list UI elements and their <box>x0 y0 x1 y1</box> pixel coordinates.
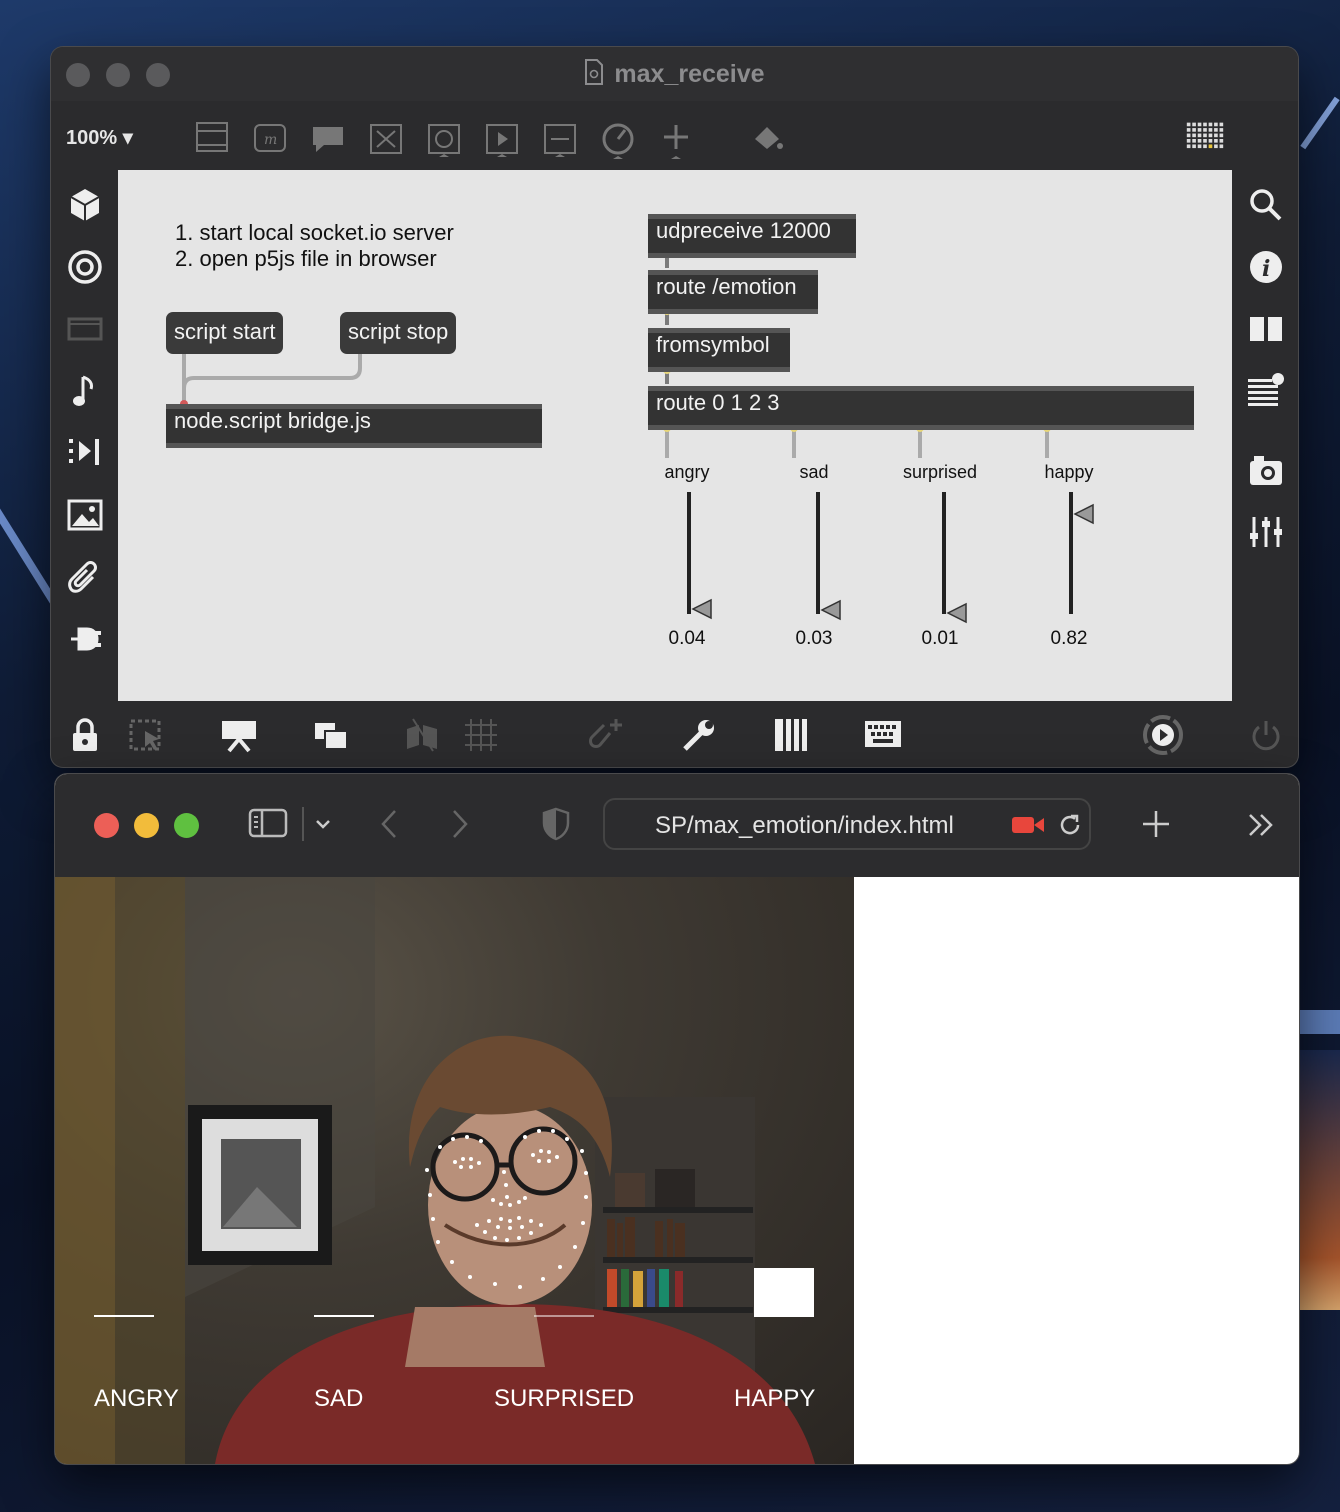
back-icon[interactable] <box>377 807 401 841</box>
slider-value-happy: 0.82 <box>1050 628 1088 649</box>
udpreceive-object[interactable]: udpreceive 12000 <box>648 214 856 258</box>
computer-keyboard-icon[interactable] <box>863 715 903 755</box>
slider-knob-sad[interactable] <box>820 599 842 621</box>
button-object-icon[interactable] <box>426 119 462 159</box>
slider-knob-happy[interactable] <box>1073 503 1095 525</box>
more-tabs-icon[interactable] <box>1247 812 1275 838</box>
power-icon[interactable] <box>1246 715 1286 755</box>
close-button[interactable] <box>94 813 119 838</box>
emotion-label-sad: SAD <box>314 1385 364 1412</box>
slider-label-surprised: surprised <box>902 462 978 482</box>
presentation-mode-icon[interactable] <box>219 715 259 755</box>
svg-text:m: m <box>264 132 277 148</box>
audio-play-icon[interactable] <box>1141 713 1185 757</box>
cube-icon[interactable] <box>65 185 105 225</box>
toolbar: 100% ▾ m <box>51 101 1298 171</box>
shield-icon[interactable] <box>540 806 572 842</box>
new-view-icon[interactable] <box>311 715 351 755</box>
slider-surprised[interactable] <box>942 492 946 614</box>
presentation-icon[interactable] <box>65 309 105 349</box>
hide-cables-icon[interactable] <box>403 715 443 755</box>
minimize-button[interactable] <box>134 813 159 838</box>
search-icon[interactable] <box>1246 185 1286 225</box>
emotion-bar-angry <box>94 1315 154 1317</box>
image-icon[interactable] <box>65 495 105 535</box>
script-stop-message[interactable]: script stop <box>340 312 457 354</box>
emotion-bar-surprised <box>534 1315 594 1317</box>
route-numbers-object[interactable]: route 0 1 2 3 <box>648 386 1194 430</box>
slider-angry[interactable] <box>687 492 691 614</box>
route-emotion-object[interactable]: route /emotion <box>648 270 818 314</box>
piano-keyboard-icon[interactable] <box>771 715 811 755</box>
forward-icon[interactable] <box>448 807 472 841</box>
zoom-menu[interactable]: 100% ▾ <box>66 125 133 150</box>
sequence-icon[interactable] <box>65 433 105 473</box>
emotion-bar-happy <box>754 1268 814 1317</box>
slider-value-sad: 0.03 <box>795 628 833 649</box>
book-icon[interactable] <box>1246 309 1286 349</box>
plug-icon[interactable] <box>65 619 105 659</box>
toggle-icon[interactable] <box>368 119 404 159</box>
title-bar: max_receive <box>51 47 1298 101</box>
patcher-canvas[interactable]: 1. start local socket.io server 2. open … <box>118 170 1232 701</box>
browser-window: SP/max_emotion/index.html ANGRY SAD SURP… <box>55 774 1299 1464</box>
emotion-label-happy: HAPPY <box>734 1385 816 1412</box>
browser-toolbar: SP/max_emotion/index.html <box>55 774 1299 877</box>
grid-mode-icon[interactable] <box>1183 119 1227 159</box>
new-tab-icon[interactable] <box>1141 809 1171 839</box>
camera-recording-icon[interactable] <box>1011 814 1045 836</box>
webcam-scene <box>55 877 815 1464</box>
comment-icon[interactable] <box>310 119 346 159</box>
max-window: max_receive 100% ▾ m i 1. start local so… <box>51 47 1298 767</box>
grid-icon[interactable] <box>461 715 501 755</box>
info-icon[interactable]: i <box>1246 247 1286 287</box>
webcam-video: ANGRY SAD SURPRISED HAPPY <box>55 877 854 1464</box>
chevron-down-icon[interactable] <box>313 814 333 834</box>
camera-icon[interactable] <box>1246 451 1286 491</box>
toolbar-divider <box>302 807 304 841</box>
slider-label-happy: happy <box>1044 462 1094 482</box>
slider-knob-angry[interactable] <box>691 598 713 620</box>
wallpaper-streak <box>1300 1050 1340 1310</box>
fromsymbol-object[interactable]: fromsymbol <box>648 328 790 372</box>
target-icon[interactable] <box>65 247 105 287</box>
message-box-icon[interactable]: m <box>252 119 288 159</box>
paperclip-icon[interactable] <box>65 557 105 597</box>
slider-label-angry: angry <box>664 462 710 482</box>
reload-icon[interactable] <box>1057 812 1083 838</box>
slider-label-sad: sad <box>799 462 829 482</box>
wallpaper-streak <box>1300 1010 1340 1034</box>
add-icon[interactable] <box>658 119 694 159</box>
slider-knob-surprised[interactable] <box>946 602 968 624</box>
paint-bucket-icon[interactable] <box>749 119 785 159</box>
address-bar[interactable]: SP/max_emotion/index.html <box>603 798 1091 850</box>
window-title: max_receive <box>51 59 1298 92</box>
add-attachment-icon[interactable] <box>586 715 626 755</box>
url-text[interactable]: SP/max_emotion/index.html <box>655 812 954 840</box>
slider-value-surprised: 0.01 <box>921 628 959 649</box>
dial-icon[interactable] <box>600 119 636 159</box>
svg-text:i: i <box>1262 256 1270 282</box>
emotion-label-angry: ANGRY <box>94 1385 179 1412</box>
play-object-icon[interactable] <box>484 119 520 159</box>
emotion-bar-sad <box>314 1315 374 1317</box>
slider-object-icon[interactable] <box>542 119 578 159</box>
script-start-message[interactable]: script start <box>166 312 284 354</box>
document-icon <box>584 59 604 92</box>
emotion-label-surprised: SURPRISED <box>494 1385 635 1412</box>
wallpaper-streak <box>1300 96 1340 150</box>
slider-value-angry: 0.04 <box>668 628 706 649</box>
wrench-icon[interactable] <box>679 715 719 755</box>
select-mode-icon[interactable] <box>127 715 167 755</box>
music-note-icon[interactable] <box>65 371 105 411</box>
fullscreen-button[interactable] <box>174 813 199 838</box>
list-icon[interactable] <box>1246 371 1286 411</box>
lock-icon[interactable] <box>65 715 105 755</box>
mixer-icon[interactable] <box>1246 511 1286 551</box>
sidebar-icon[interactable] <box>248 807 288 839</box>
slider-sad[interactable] <box>816 492 820 614</box>
new-object-icon[interactable] <box>194 119 230 159</box>
node-script-object[interactable]: node.script bridge.js <box>166 404 542 448</box>
